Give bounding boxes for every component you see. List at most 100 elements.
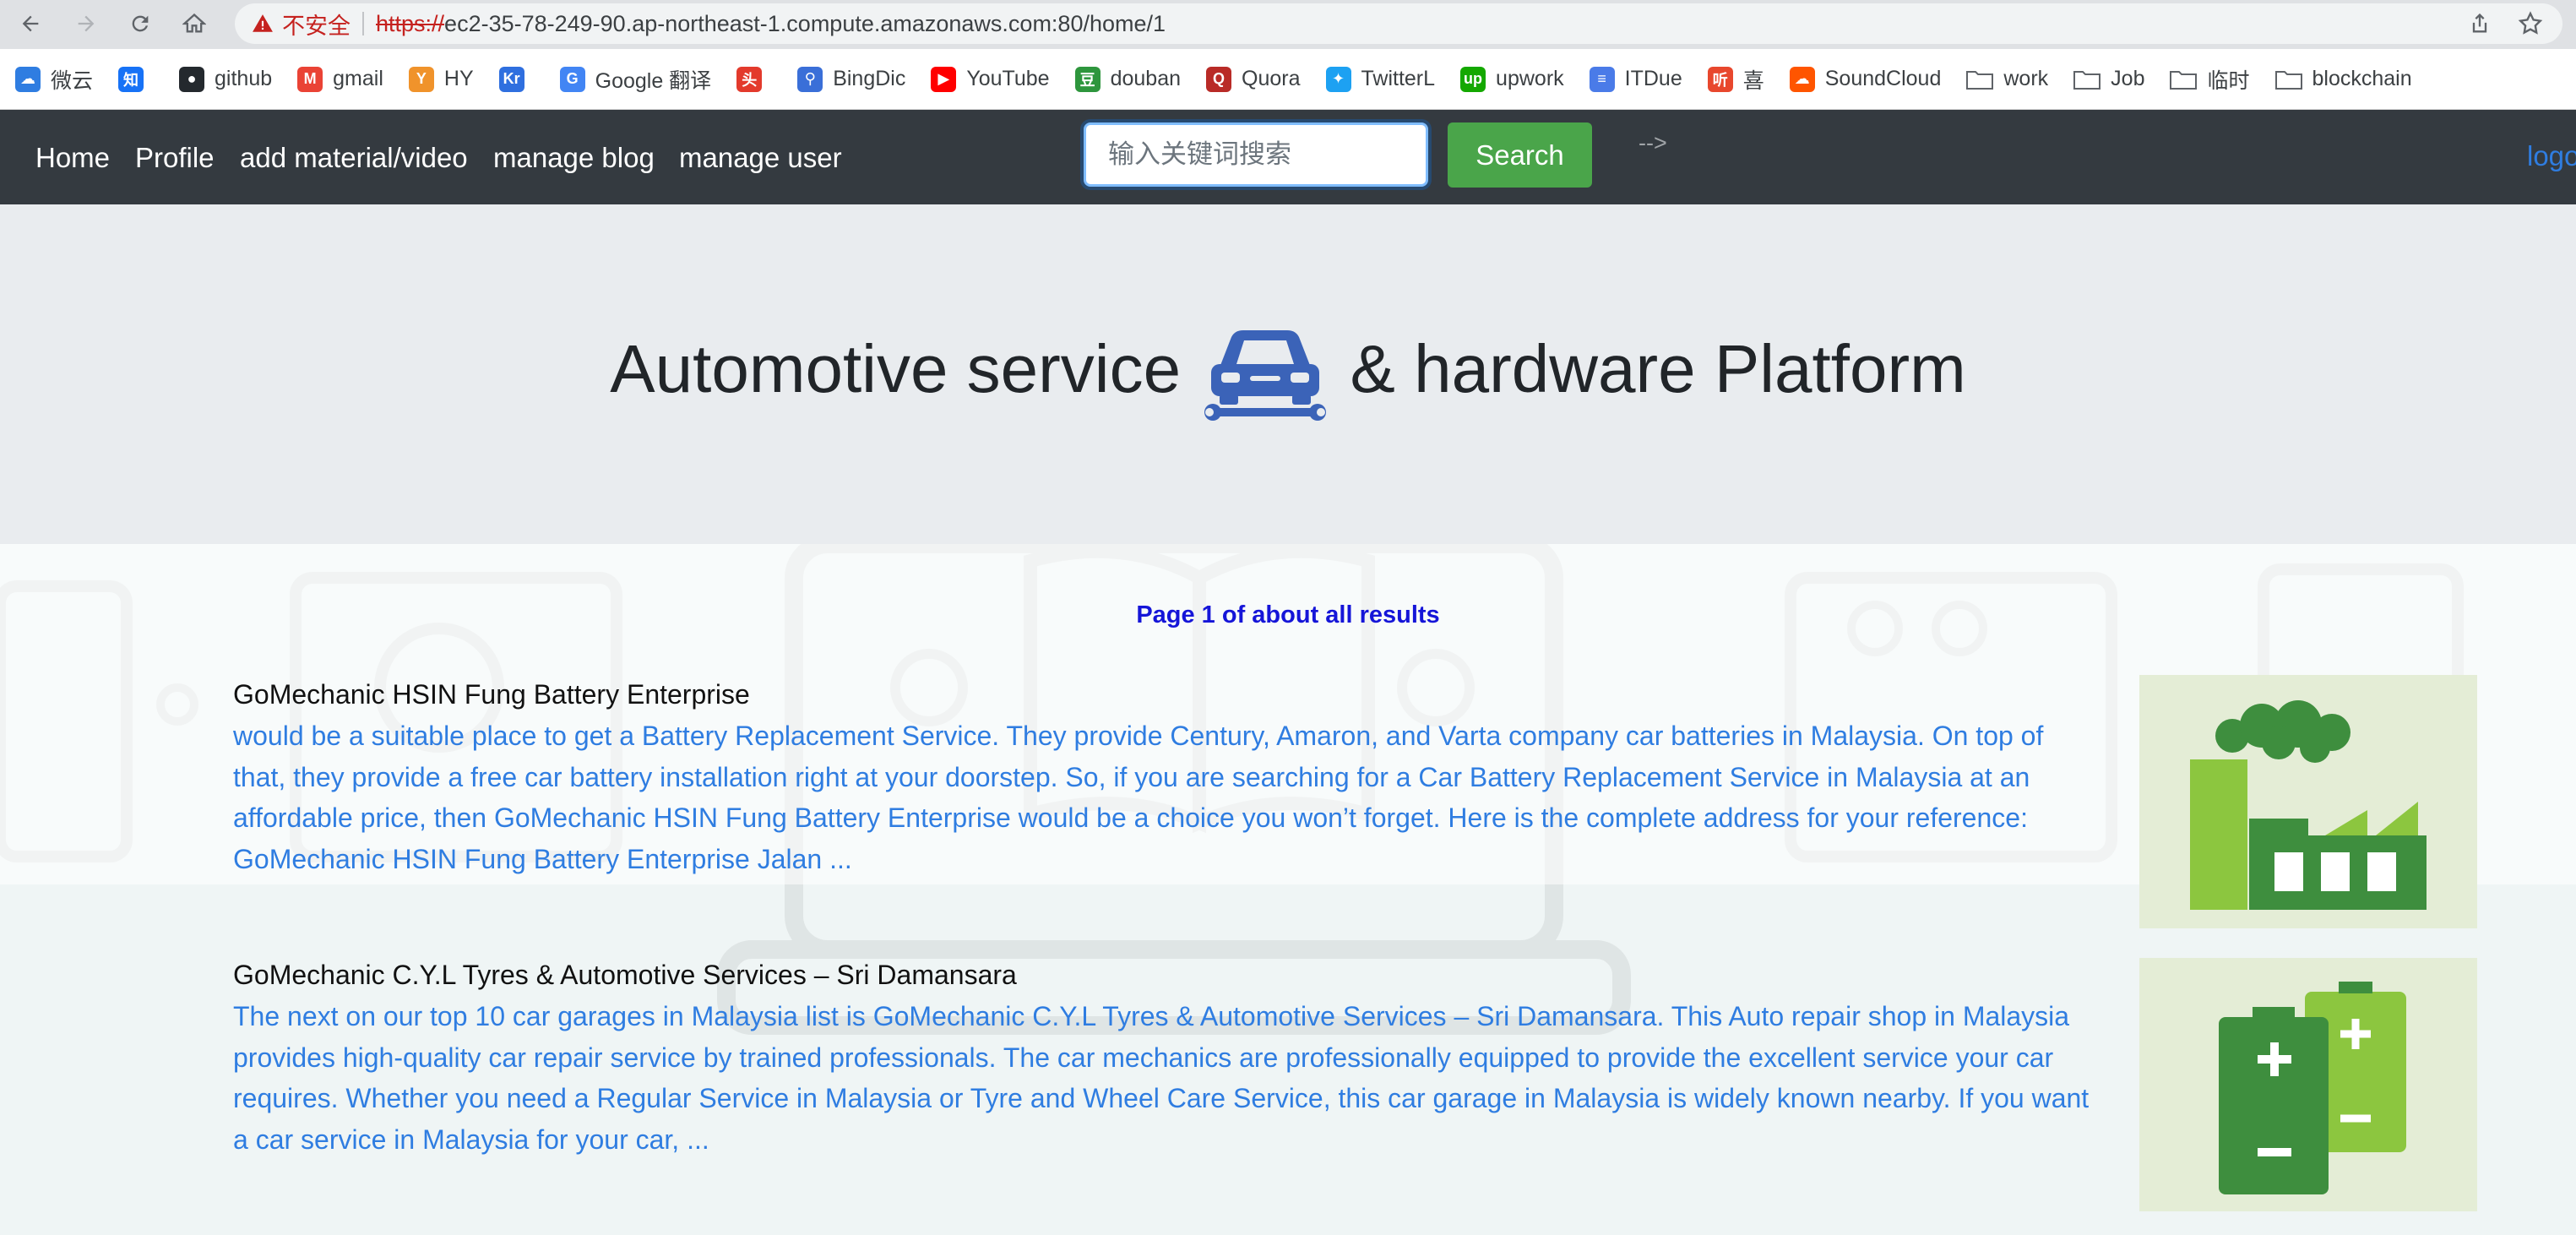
gmail-icon: M <box>297 66 323 92</box>
bookmark-item[interactable]: ⚲ BingDic <box>797 66 906 92</box>
share-icon[interactable] <box>2468 12 2492 35</box>
address-bar[interactable]: 不安全 https:// ec2-35-78-249-90.ap-northea… <box>235 3 2562 44</box>
bookmarks-bar: ☁ 微云知 ● github Mgmail Y HY Kr G Google 翻译头 ⚲ BingDi… <box>0 49 2576 110</box>
bookmark-label: upwork <box>1496 67 1564 90</box>
bookmark-label: 微云 <box>51 68 94 93</box>
bookmark-label: github <box>215 67 273 90</box>
logout-link[interactable]: logo <box>2527 140 2576 172</box>
bookmark-item[interactable]: ▶ YouTube <box>931 66 1050 92</box>
bookmark-item[interactable]: blockchain <box>2274 67 2412 91</box>
nav-profile[interactable]: Profile <box>135 142 215 174</box>
result-thumbnail[interactable] <box>2139 958 2477 1211</box>
folder-icon <box>2073 70 2101 90</box>
bookmark-item[interactable]: Y HY <box>408 66 474 92</box>
address-divider <box>362 12 364 35</box>
bookmark-item[interactable]: 知 <box>118 66 154 92</box>
nav-manage-user[interactable]: manage user <box>679 142 842 174</box>
bookmark-label: ITDue <box>1624 67 1682 90</box>
bookmark-label: 临时 <box>2207 68 2250 93</box>
quora-icon: Q <box>1206 66 1232 92</box>
toutiao-icon: 头 <box>736 66 763 92</box>
bookmark-item[interactable]: 豆 douban <box>1074 66 1182 92</box>
bookmark-label: Job <box>2111 67 2145 90</box>
bookmark-label: TwitterL <box>1361 67 1436 90</box>
github-icon: ● <box>179 66 205 92</box>
nav-manage-blog[interactable]: manage blog <box>493 142 655 174</box>
nav-home[interactable]: Home <box>35 142 110 174</box>
bookmark-item[interactable]: G Google 翻译 <box>559 64 712 95</box>
soundcloud-icon: ☁ <box>1789 66 1815 92</box>
bookmark-label: HY <box>443 67 474 90</box>
url-text: ec2-35-78-249-90.ap-northeast-1.compute.… <box>444 10 1166 36</box>
results-section: Page 1 of about all results GoMechanic H… <box>0 544 2576 1235</box>
warning-icon <box>253 14 273 32</box>
bookmark-item[interactable]: Kr <box>498 66 535 92</box>
ximalaya-icon: 听 <box>1707 66 1733 92</box>
battery-icon <box>2219 982 2406 1194</box>
bookmark-label: 喜 <box>1742 68 1764 93</box>
reload-icon <box>132 15 149 32</box>
twitter-icon: ✦ <box>1325 66 1351 92</box>
arrow-right-icon <box>78 15 95 32</box>
folder-icon <box>1966 70 1994 90</box>
google-translate-icon: G <box>559 66 585 92</box>
search-input[interactable] <box>1084 122 1428 187</box>
forward-button[interactable] <box>71 8 101 39</box>
home-icon <box>182 13 206 33</box>
car-service-icon <box>1204 330 1327 421</box>
bookmark-item[interactable]: work <box>1966 67 2048 91</box>
search-button[interactable]: Search <box>1448 122 1592 188</box>
douban-icon: 豆 <box>1074 66 1101 92</box>
bookmark-item[interactable]: 头 <box>736 66 772 92</box>
title-part-2: & hardware Platform <box>1350 331 1966 406</box>
bookmark-item[interactable]: ≡ ITDue <box>1589 66 1682 92</box>
reload-button[interactable] <box>125 8 155 39</box>
bookmark-item[interactable]: up upwork <box>1460 66 1564 92</box>
bookmark-label: gmail <box>333 67 383 90</box>
weiyun-icon: ☁ <box>15 66 41 92</box>
bookmark-star-icon[interactable] <box>2517 10 2544 37</box>
bookmark-label: SoundCloud <box>1824 67 1942 90</box>
bookmark-label: work <box>2003 67 2049 90</box>
bookmark-label: douban <box>1110 67 1182 90</box>
nav-add-material[interactable]: add material/video <box>240 142 468 174</box>
home-button[interactable] <box>179 8 209 39</box>
bookmark-item[interactable]: Q Quora <box>1206 66 1301 92</box>
folder-icon <box>2170 70 2198 90</box>
bookmark-item[interactable]: ☁ SoundCloud <box>1789 66 1942 92</box>
title-part-1: Automotive service <box>610 331 1182 406</box>
bookmark-item[interactable]: ✦ TwitterL <box>1325 66 1436 92</box>
result-title[interactable]: GoMechanic HSIN Fung Battery Enterprise <box>233 679 750 710</box>
zhihu-icon: 知 <box>118 66 144 92</box>
bookmark-item[interactable]: Mgmail <box>297 66 383 92</box>
url-scheme: https:// <box>376 10 445 36</box>
arrow-left-icon <box>22 15 39 32</box>
bookmark-item[interactable]: ● github <box>179 66 273 92</box>
factory-icon <box>2190 700 2427 910</box>
hy-icon: Y <box>408 66 434 92</box>
bookmark-item[interactable]: Job <box>2073 67 2144 91</box>
bookmark-item[interactable]: ☁ 微云 <box>15 64 93 95</box>
bookmark-label: Quora <box>1242 67 1301 90</box>
result-title[interactable]: GoMechanic C.Y.L Tyres & Automotive Serv… <box>233 960 1017 991</box>
doc-icon: ≡ <box>1589 66 1615 92</box>
page-title: Automotive service & hardware Platform <box>0 315 2576 423</box>
back-button[interactable] <box>15 8 46 39</box>
bookmark-item[interactable]: 听喜 <box>1707 64 1764 95</box>
bing-search-icon: ⚲ <box>797 66 823 92</box>
bookmark-item[interactable]: 临时 <box>2170 64 2250 95</box>
page-info: Page 1 of about all results <box>1136 601 1440 628</box>
stray-html-comment-text: --> <box>1639 130 1667 155</box>
browser-toolbar: 不安全 https:// ec2-35-78-249-90.ap-northea… <box>0 0 2576 49</box>
youtube-icon: ▶ <box>931 66 957 92</box>
bookmark-label: BingDic <box>833 67 906 90</box>
bookmark-label: Google 翻译 <box>595 68 712 93</box>
result-thumbnail[interactable] <box>2139 675 2477 928</box>
upwork-icon: up <box>1460 66 1486 92</box>
result-snippet[interactable]: would be a suitable place to get a Batte… <box>233 715 2091 879</box>
security-status[interactable]: 不安全 <box>282 8 351 41</box>
folder-icon <box>2274 70 2302 90</box>
result-snippet[interactable]: The next on our top 10 car garages in Ma… <box>233 996 2091 1160</box>
bookmark-label: YouTube <box>966 67 1050 90</box>
kr-icon: Kr <box>498 66 524 92</box>
